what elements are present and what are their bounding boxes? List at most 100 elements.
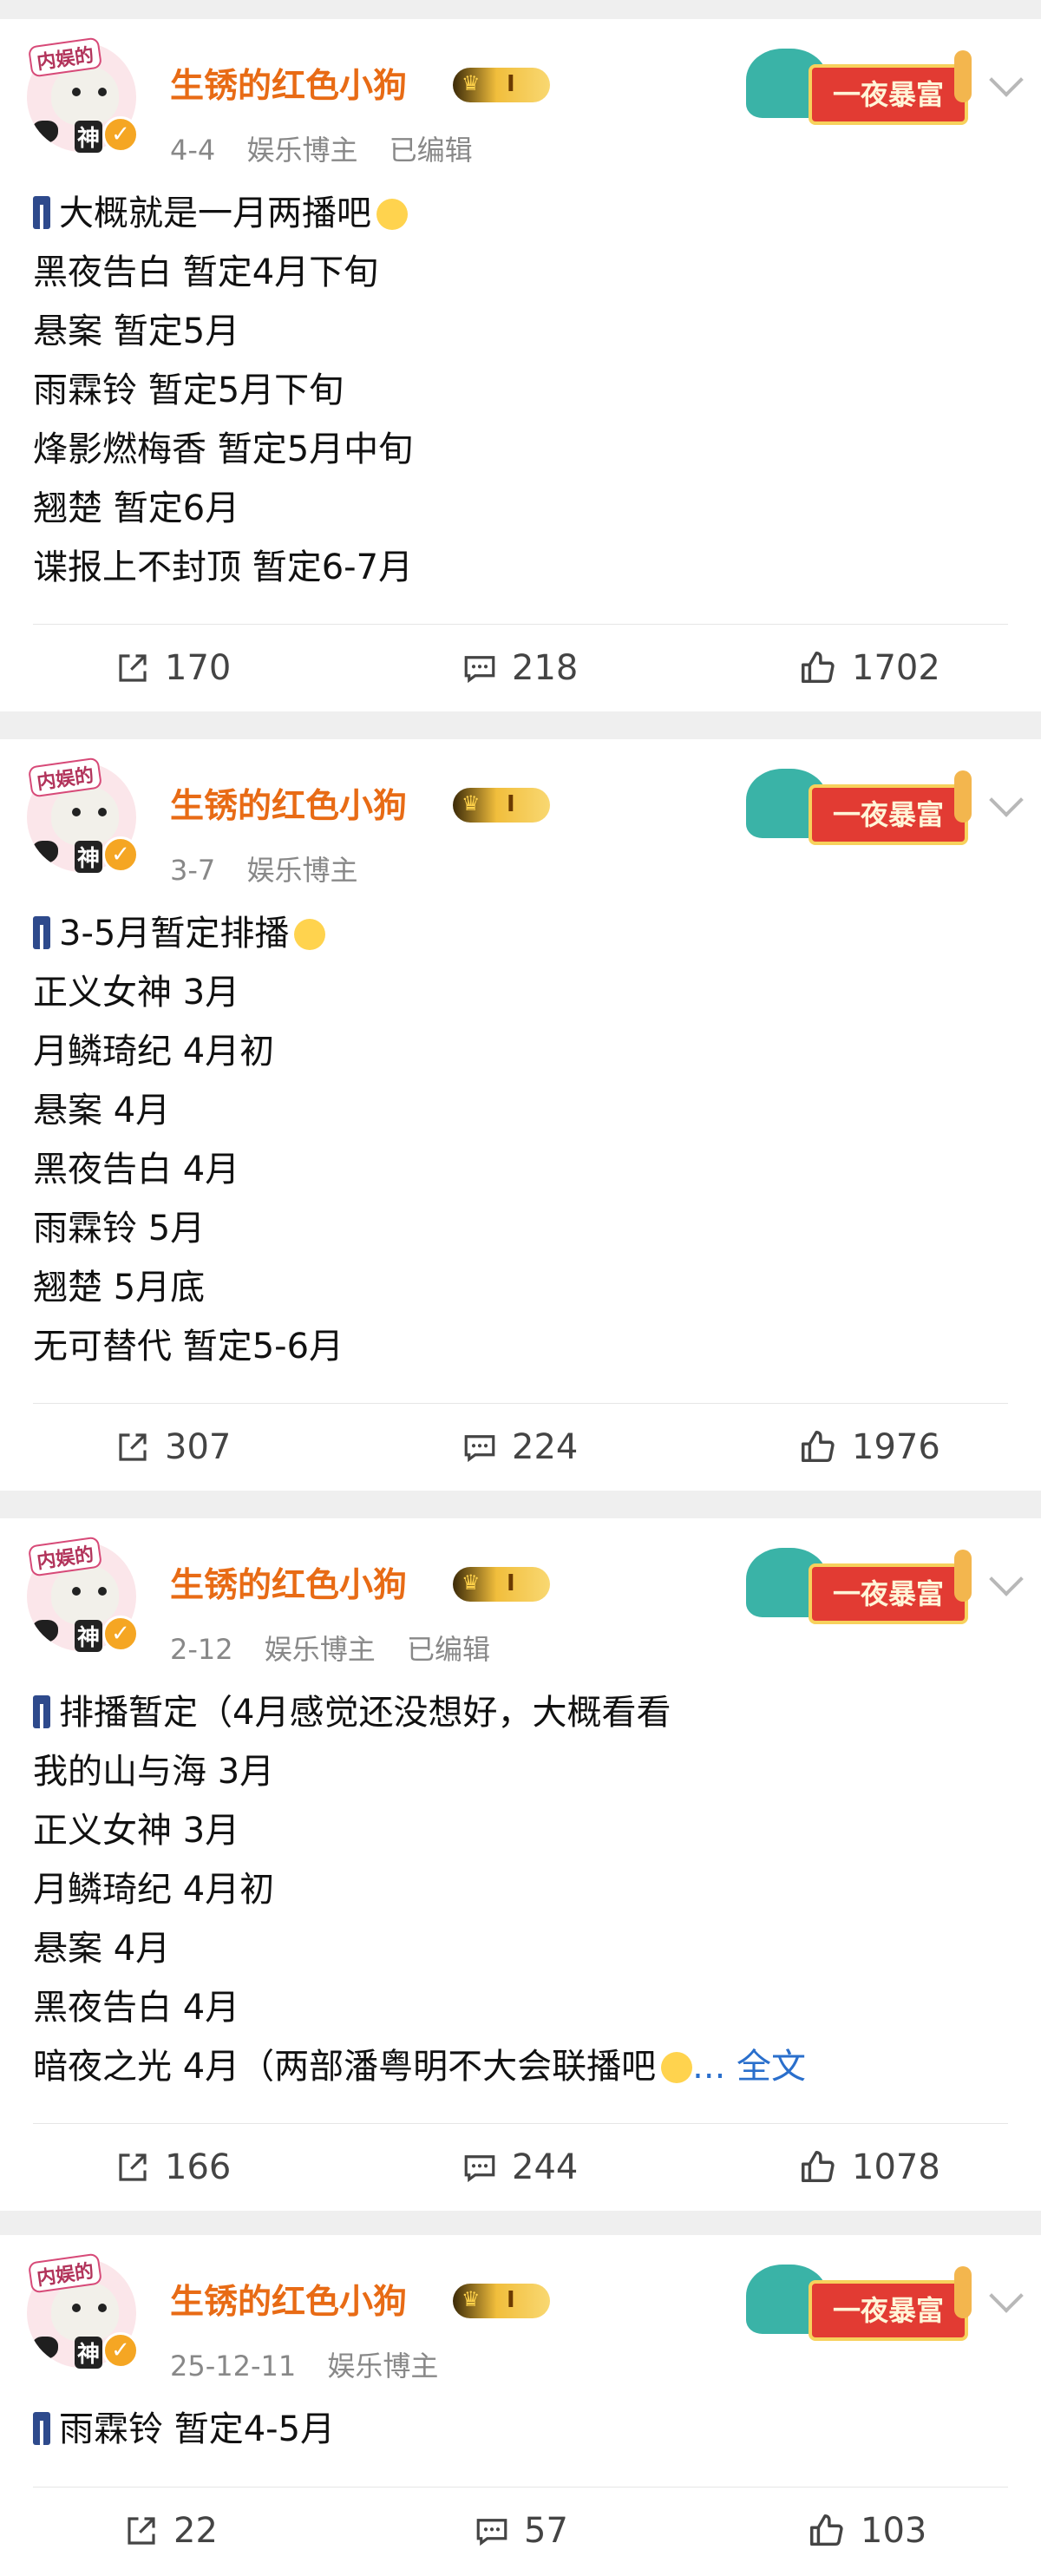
like-button[interactable]: 1702: [798, 625, 940, 711]
comment-button[interactable]: 244: [462, 2124, 578, 2211]
comment-icon: [464, 1435, 495, 1463]
lantern-icon: [954, 1550, 972, 1602]
share-count: 307: [165, 1427, 232, 1467]
post-line: 悬案 4月: [33, 1929, 171, 1969]
post-line: 翘楚 5月底: [33, 1268, 206, 1308]
post-line: 黑夜告白 4月: [33, 1150, 240, 1190]
post-meta: 3-7 娱乐博主: [170, 849, 380, 888]
post-body: 排播暂定（4月感觉还没想好，大概看看 我的山与海 3月 正义女神 3月 月鳞琦纪…: [33, 1683, 806, 2096]
eye-icon: [98, 2304, 107, 2312]
cat-sticker-icon: [32, 2337, 58, 2359]
comment-button[interactable]: 224: [462, 1404, 578, 1491]
comment-icon: [464, 656, 495, 684]
post-text: 雨霖铃 暂定4-5月: [59, 2409, 336, 2449]
username[interactable]: 生锈的红色小狗: [170, 1558, 407, 1607]
chevron-down-icon[interactable]: [989, 2278, 1024, 2313]
share-button[interactable]: 307: [115, 1404, 231, 1491]
like-button[interactable]: 1976: [798, 1404, 940, 1491]
weibo-post: 内娱的 神 ✓ 生锈的红色小狗 ♛ I 2-12 娱乐博主 已编辑 一夜暴富 排…: [0, 1518, 1041, 2211]
chevron-down-icon[interactable]: [989, 783, 1024, 817]
post-line: 月鳞琦纪 4月初: [33, 1032, 275, 1072]
avatar-god-label: 神: [75, 121, 103, 153]
cat-sticker-icon: [32, 1620, 58, 1642]
vip-badge[interactable]: ♛ I: [453, 788, 550, 823]
thumbs-up-icon: [802, 2151, 835, 2183]
read-more-link[interactable]: ... 全文: [692, 2047, 806, 2087]
edited-label[interactable]: 已编辑: [390, 134, 473, 167]
jeans-icon: [33, 196, 50, 229]
post-line: 烽影燃梅香 暂定5月中旬: [33, 429, 414, 469]
username[interactable]: 生锈的红色小狗: [170, 59, 407, 108]
share-icon: [128, 2517, 155, 2545]
post-date[interactable]: 4-4: [170, 134, 215, 167]
username[interactable]: 生锈的红色小狗: [170, 779, 407, 828]
post-text: 大概就是一月两播吧: [59, 193, 371, 233]
like-button[interactable]: 1078: [798, 2124, 940, 2211]
ferret-face-icon: [51, 785, 119, 846]
post-body: 雨霖铃 暂定4-5月: [33, 2400, 335, 2459]
lantern-icon: [954, 2266, 972, 2318]
ferret-face-icon: [51, 2281, 119, 2342]
comment-icon: [476, 2519, 507, 2547]
comment-button[interactable]: 218: [462, 625, 578, 711]
comment-count: 224: [512, 1427, 579, 1467]
user-role: 娱乐博主: [264, 1633, 376, 1666]
avatar[interactable]: 内娱的 神 ✓: [24, 757, 139, 875]
decoration-banner[interactable]: 一夜暴富: [746, 1532, 980, 1628]
post-line: 暗夜之光 4月（两部潘粤明不大会联播吧 ... 全文: [33, 2037, 806, 2096]
decoration-banner[interactable]: 一夜暴富: [746, 2249, 980, 2344]
thumbs-up-icon: [810, 2514, 843, 2547]
action-bar: 307 224 1976: [0, 1404, 1041, 1491]
cat-sticker-icon: [32, 121, 58, 143]
decoration-banner[interactable]: 一夜暴富: [746, 33, 980, 128]
verified-icon: ✓: [102, 1616, 139, 1652]
like-count: 1976: [852, 1427, 940, 1467]
post-date[interactable]: 2-12: [170, 1633, 233, 1666]
username[interactable]: 生锈的红色小狗: [170, 2275, 407, 2324]
post-meta: 2-12 娱乐博主 已编辑: [170, 1628, 513, 1668]
chevron-down-icon[interactable]: [989, 62, 1024, 97]
comment-count: 244: [512, 2147, 579, 2187]
vip-badge[interactable]: ♛ I: [453, 68, 550, 102]
thumbs-up-icon: [802, 652, 835, 684]
share-button[interactable]: 22: [123, 2488, 218, 2574]
share-button[interactable]: 170: [115, 625, 231, 711]
avatar[interactable]: 内娱的 神 ✓: [24, 36, 139, 154]
raising-hand-emoji-icon: [376, 199, 408, 230]
banner-text: 一夜暴富: [809, 784, 968, 845]
comment-count: 218: [512, 648, 579, 688]
post-date[interactable]: 3-7: [170, 854, 215, 887]
share-icon: [119, 654, 147, 682]
avatar[interactable]: 内娱的 神 ✓: [24, 1536, 139, 1654]
avatar[interactable]: 内娱的 神 ✓: [24, 2252, 139, 2370]
post-line: 3-5月暂定排播: [33, 904, 344, 963]
decoration-banner[interactable]: 一夜暴富: [746, 753, 980, 849]
share-button[interactable]: 166: [115, 2124, 231, 2211]
post-line: 悬案 4月: [33, 1091, 171, 1131]
user-role: 娱乐博主: [246, 854, 358, 887]
post-meta: 4-4 娱乐博主 已编辑: [170, 128, 495, 168]
chevron-down-icon[interactable]: [989, 1562, 1024, 1596]
vip-badge[interactable]: ♛ I: [453, 1567, 550, 1602]
post-line: 悬案 暂定5月: [33, 311, 240, 351]
post-line: 正义女神 3月: [33, 973, 240, 1013]
shushing-face-emoji-icon: [294, 919, 326, 950]
like-button[interactable]: 103: [807, 2488, 926, 2574]
vip-badge[interactable]: ♛ I: [453, 2284, 550, 2318]
share-icon: [119, 1433, 147, 1461]
post-line: 黑夜告白 4月: [33, 1988, 240, 2028]
post-text: 排播暂定（4月感觉还没想好，大概看看: [59, 1693, 671, 1733]
eye-icon: [72, 2304, 81, 2312]
jeans-icon: [33, 2412, 50, 2445]
edited-label[interactable]: 已编辑: [407, 1633, 490, 1666]
thumbs-up-icon: [802, 1431, 835, 1463]
post-date[interactable]: 25-12-11: [170, 2350, 296, 2383]
comment-button[interactable]: 57: [474, 2488, 568, 2574]
cat-sticker-icon: [32, 841, 58, 863]
vip-level: I: [507, 2287, 515, 2313]
eye-icon: [98, 808, 107, 816]
sweat-smile-emoji-icon: [661, 2052, 693, 2083]
post-line: 雨霖铃 暂定4-5月: [33, 2400, 335, 2459]
post-line: 雨霖铃 暂定5月下旬: [33, 370, 344, 410]
weibo-post: 内娱的 神 ✓ 生锈的红色小狗 ♛ I 25-12-11 娱乐博主 一夜暴富 雨…: [0, 2235, 1041, 2576]
